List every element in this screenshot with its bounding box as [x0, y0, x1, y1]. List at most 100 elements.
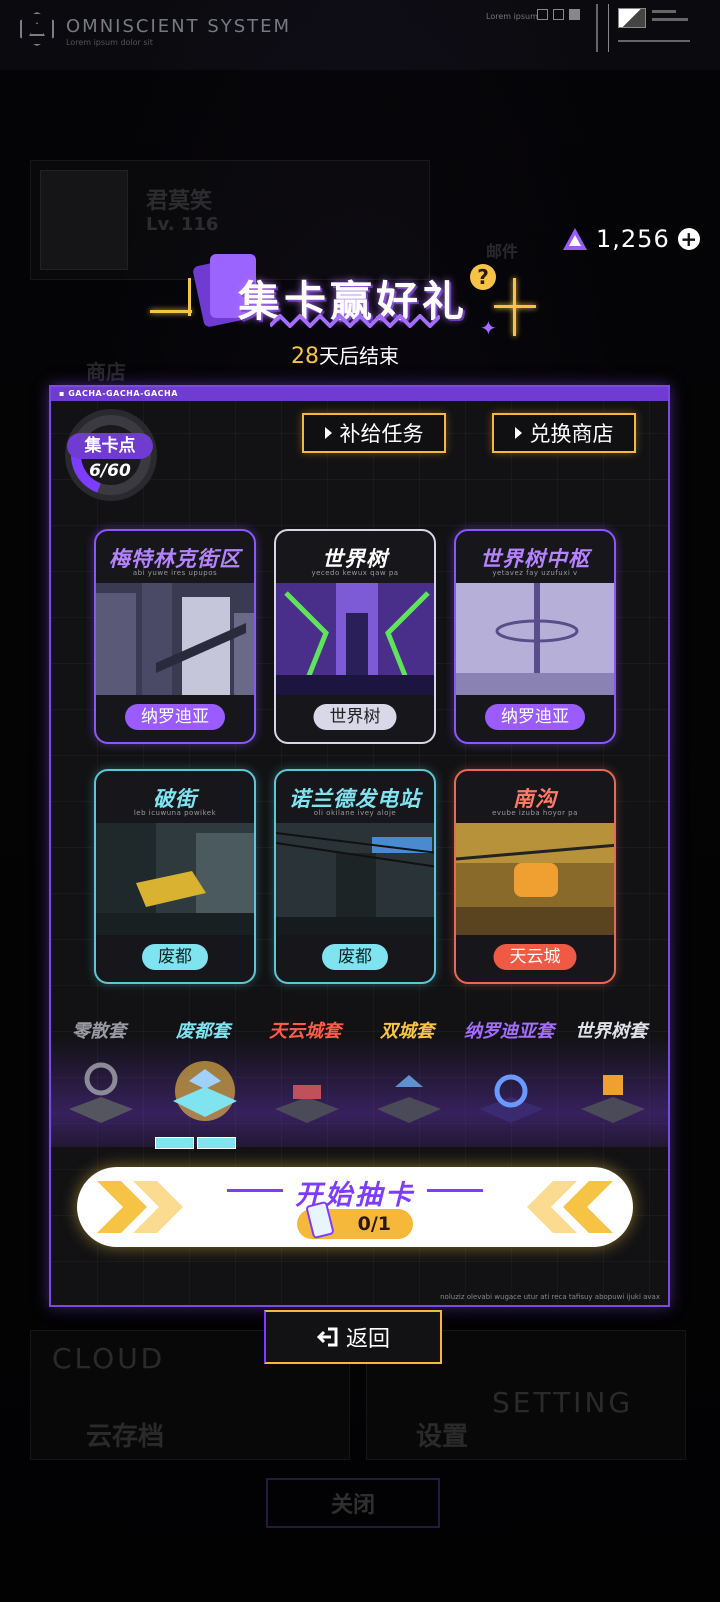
close-label: 关闭	[330, 1493, 375, 1518]
currency-value: 1,256	[596, 225, 670, 253]
event-countdown: 28天后结束	[150, 340, 540, 369]
gacha-panel: ▪ GACHA-GACHA-GACHA 集卡点 6/60 补给任务 兑换商店 梅…	[49, 385, 670, 1307]
card-subtitle: abi yuwe ires upupos	[132, 569, 218, 577]
ticket-count-value: 0/1	[357, 1213, 391, 1235]
settings-label: 设置	[416, 1422, 469, 1452]
gear-platform-icon	[69, 1062, 133, 1123]
card-image	[276, 583, 434, 695]
header-panel-icon	[618, 8, 646, 28]
card-region-tag: 天云城	[493, 944, 577, 970]
set-misc[interactable]: 零散套	[51, 1017, 151, 1147]
back-label: 返回	[345, 1327, 390, 1352]
card-broken-street[interactable]: 破街 leb icuwuna powikek 废都	[94, 769, 256, 984]
card-image	[456, 823, 614, 935]
profile-name: 君莫笑	[146, 189, 213, 214]
card-subtitle: evube izuba hoyor pa	[492, 809, 578, 817]
shop-label: 商店	[86, 360, 126, 384]
twin-city-platform-icon	[377, 1075, 441, 1123]
card-region-tag: 纳罗迪亚	[125, 704, 225, 730]
card-image	[456, 583, 614, 695]
set-narodia[interactable]: 纳罗迪亚套	[457, 1017, 561, 1147]
world-tree-platform-icon	[581, 1075, 645, 1123]
profile-level: Lv. 116	[146, 214, 219, 235]
sky-city-platform-icon	[275, 1085, 339, 1123]
set-label: 双城套	[380, 1021, 434, 1042]
card-region-tag: 纳罗迪亚	[485, 704, 585, 730]
close-button-ghost: 关闭	[266, 1478, 440, 1528]
card-points-value: 6/60	[89, 461, 131, 481]
avatar	[40, 170, 128, 270]
card-world-tree[interactable]: 世界树 yecedo kewux qaw pa 世界树	[274, 529, 436, 744]
setting-word: SETTING	[492, 1386, 634, 1419]
title-spark-line	[150, 310, 192, 313]
countdown-days: 28	[291, 344, 319, 369]
play-arrow-icon	[324, 427, 332, 439]
card-region-tag: 废都	[142, 944, 208, 970]
system-subtitle: Lorem ipsum dolor sit	[66, 38, 153, 47]
help-icon[interactable]: ?	[470, 264, 496, 290]
supply-task-button[interactable]: 补给任务	[302, 413, 446, 453]
card-subtitle: oli okilane ivey aloje	[313, 809, 397, 817]
panel-tag: ▪ GACHA-GACHA-GACHA	[51, 387, 668, 401]
header-divider	[608, 4, 609, 52]
card-subtitle: yetavez fay uzufuxi v	[492, 569, 578, 577]
card-meterlinck-district[interactable]: 梅特林克街区 abi yuwe ires upupos 纳罗迪亚	[94, 529, 256, 744]
title-zigzag-decoration	[270, 314, 440, 328]
set-label: 零散套	[72, 1021, 126, 1042]
title-spark-line	[494, 305, 536, 308]
exit-arrow-icon	[316, 1327, 338, 1347]
card-image	[96, 583, 254, 695]
ruined-city-platform-icon	[173, 1061, 237, 1121]
set-progress-segment	[155, 1137, 194, 1149]
header-divider	[596, 4, 598, 52]
card-south-ditch[interactable]: 南沟 evube izuba hoyor pa 天云城	[454, 769, 616, 984]
set-progress-segment	[197, 1137, 236, 1149]
header-bar	[618, 40, 690, 42]
sparkle-icon: ✦	[480, 316, 497, 340]
cloud-save-label: 云存档	[86, 1422, 165, 1452]
header-bar	[652, 10, 676, 13]
header-square-icon	[537, 9, 548, 20]
card-points-label: 集卡点	[67, 433, 153, 459]
start-draw-label: 开始抽卡	[295, 1180, 415, 1211]
set-label: 纳罗迪亚套	[464, 1021, 554, 1042]
set-label: 天云城套	[269, 1021, 341, 1042]
exchange-shop-button[interactable]: 兑换商店	[492, 413, 636, 453]
supply-task-label: 补给任务	[339, 422, 424, 446]
card-points-meter: 集卡点 6/60	[65, 409, 157, 501]
cloud-word: CLOUD	[52, 1342, 166, 1375]
set-label: 世界树套	[575, 1021, 647, 1042]
title-spark-line	[188, 278, 191, 316]
system-name: OMNISCIENT SYSTEM	[66, 16, 292, 37]
header-bar	[652, 18, 688, 21]
set-ruined-city[interactable]: 废都套	[151, 1017, 255, 1147]
currency-display: 1,256 +	[562, 224, 700, 254]
triangle-gem-icon	[562, 226, 588, 252]
top-bar: OMNISCIENT SYSTEM Lorem ipsum dolor sit …	[0, 0, 720, 60]
card-image	[276, 823, 434, 935]
header-tiny-text: Lorem ipsum	[486, 12, 538, 21]
panel-footer-text: noluziz olevabi wugace utur ati reca taf…	[440, 1293, 660, 1301]
card-world-tree-core[interactable]: 世界树中枢 yetavez fay uzufuxi v 纳罗迪亚	[454, 529, 616, 744]
back-button[interactable]: 返回	[264, 1310, 442, 1364]
panel-tag-text: GACHA-GACHA-GACHA	[68, 389, 178, 398]
set-world-tree[interactable]: 世界树套	[559, 1017, 663, 1147]
card-region-tag: 废都	[322, 944, 388, 970]
start-draw-button[interactable]: 开始抽卡 0/1	[77, 1167, 633, 1247]
card-subtitle: leb icuwuna powikek	[133, 809, 217, 817]
card-region-tag: 世界树	[313, 704, 397, 730]
card-norland-power-station[interactable]: 诺兰德发电站 oli okilane ivey aloje 废都	[274, 769, 436, 984]
card-image	[96, 823, 254, 935]
exchange-shop-label: 兑换商店	[529, 422, 614, 446]
set-twin-city[interactable]: 双城套	[355, 1017, 459, 1147]
header-square-x-icon	[553, 9, 564, 20]
countdown-suffix: 天后结束	[319, 344, 399, 368]
set-sky-city[interactable]: 天云城套	[253, 1017, 357, 1147]
play-arrow-icon	[514, 427, 522, 439]
event-title-block: 集卡赢好礼 ? ✦ 28天后结束	[150, 248, 540, 378]
set-label: 废都套	[176, 1021, 230, 1042]
header-square-filled-icon	[569, 9, 580, 20]
draw-ticket-count: 0/1	[297, 1200, 413, 1240]
card-subtitle: yecedo kewux qaw pa	[311, 569, 399, 577]
plus-icon[interactable]: +	[677, 228, 700, 250]
